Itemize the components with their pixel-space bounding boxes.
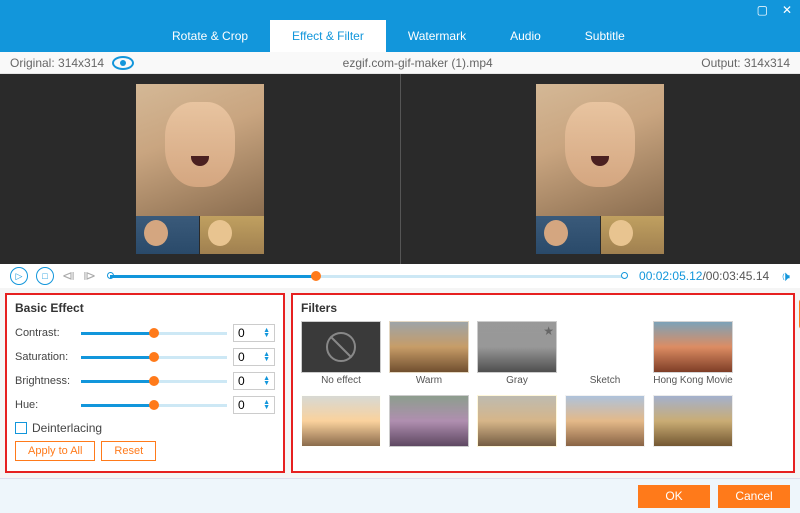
original-size-label: Original: 314x314: [10, 56, 104, 70]
cancel-button[interactable]: Cancel: [718, 485, 790, 508]
filter-hongkong[interactable]: Hong Kong Movie: [653, 321, 733, 387]
contrast-value[interactable]: 0▲▼: [233, 324, 275, 342]
hue-slider[interactable]: [81, 404, 227, 407]
tab-effect-filter[interactable]: Effect & Filter: [270, 20, 386, 52]
timeline-slider[interactable]: [110, 275, 625, 278]
tab-rotate-crop[interactable]: Rotate & Crop: [150, 20, 270, 52]
hue-label: Hue:: [15, 399, 75, 411]
filter-6[interactable]: [301, 395, 381, 461]
saturation-value[interactable]: 0▲▼: [233, 348, 275, 366]
tab-bar: Rotate & Crop Effect & Filter Watermark …: [0, 20, 800, 52]
original-preview: [0, 74, 400, 264]
stop-button[interactable]: □: [36, 267, 54, 285]
play-button[interactable]: ▷: [10, 267, 28, 285]
preview-area: [0, 74, 800, 264]
tab-watermark[interactable]: Watermark: [386, 20, 488, 52]
basic-effect-title: Basic Effect: [15, 301, 275, 315]
output-size-label: Output: 314x314: [701, 56, 790, 70]
filter-8[interactable]: [477, 395, 557, 461]
tab-audio[interactable]: Audio: [488, 20, 563, 52]
preview-eye-icon[interactable]: [112, 56, 134, 70]
ok-button[interactable]: OK: [638, 485, 710, 508]
filter-gray[interactable]: ★Gray: [477, 321, 557, 387]
filters-title: Filters: [301, 301, 785, 315]
close-icon[interactable]: ✕: [782, 3, 792, 17]
footer-bar: OK Cancel: [0, 478, 800, 513]
prev-frame-icon[interactable]: ⧏: [62, 268, 75, 284]
apply-all-button[interactable]: Apply to All: [15, 441, 95, 461]
filename-label: ezgif.com-gif-maker (1).mp4: [343, 56, 493, 70]
filter-warm[interactable]: Warm: [389, 321, 469, 387]
filter-9[interactable]: [565, 395, 645, 461]
brightness-label: Brightness:: [15, 375, 75, 387]
basic-effect-panel: Basic Effect Contrast: 0▲▼ Saturation: 0▲▼…: [5, 293, 285, 473]
filter-no-effect[interactable]: No effect: [301, 321, 381, 387]
volume-icon[interactable]: 🕩: [781, 268, 790, 285]
next-frame-icon[interactable]: ⧐: [83, 268, 96, 284]
reset-button[interactable]: Reset: [101, 441, 156, 461]
minimize-icon[interactable]: ▢: [757, 3, 768, 17]
filter-10[interactable]: [653, 395, 733, 461]
time-display: 00:02:05.12/00:03:45.14: [639, 269, 769, 283]
tab-subtitle[interactable]: Subtitle: [563, 20, 647, 52]
saturation-slider[interactable]: [81, 356, 227, 359]
star-icon: ★: [543, 324, 554, 338]
deinterlacing-checkbox[interactable]: Deinterlacing: [15, 421, 275, 435]
info-bar: Original: 314x314 ezgif.com-gif-maker (1…: [0, 52, 800, 74]
filter-7[interactable]: [389, 395, 469, 461]
brightness-slider[interactable]: [81, 380, 227, 383]
saturation-label: Saturation:: [15, 351, 75, 363]
contrast-label: Contrast:: [15, 327, 75, 339]
hue-value[interactable]: 0▲▼: [233, 396, 275, 414]
player-controls: ▷ □ ⧏ ⧐ 00:02:05.12/00:03:45.14 🕩: [0, 264, 800, 288]
filter-sketch[interactable]: Sketch: [565, 321, 645, 387]
brightness-value[interactable]: 0▲▼: [233, 372, 275, 390]
contrast-slider[interactable]: [81, 332, 227, 335]
output-preview: [401, 74, 800, 264]
title-bar: ▢ ✕: [0, 0, 800, 20]
filters-panel: Filters No effect Warm ★Gray Sketch Hong…: [291, 293, 795, 473]
